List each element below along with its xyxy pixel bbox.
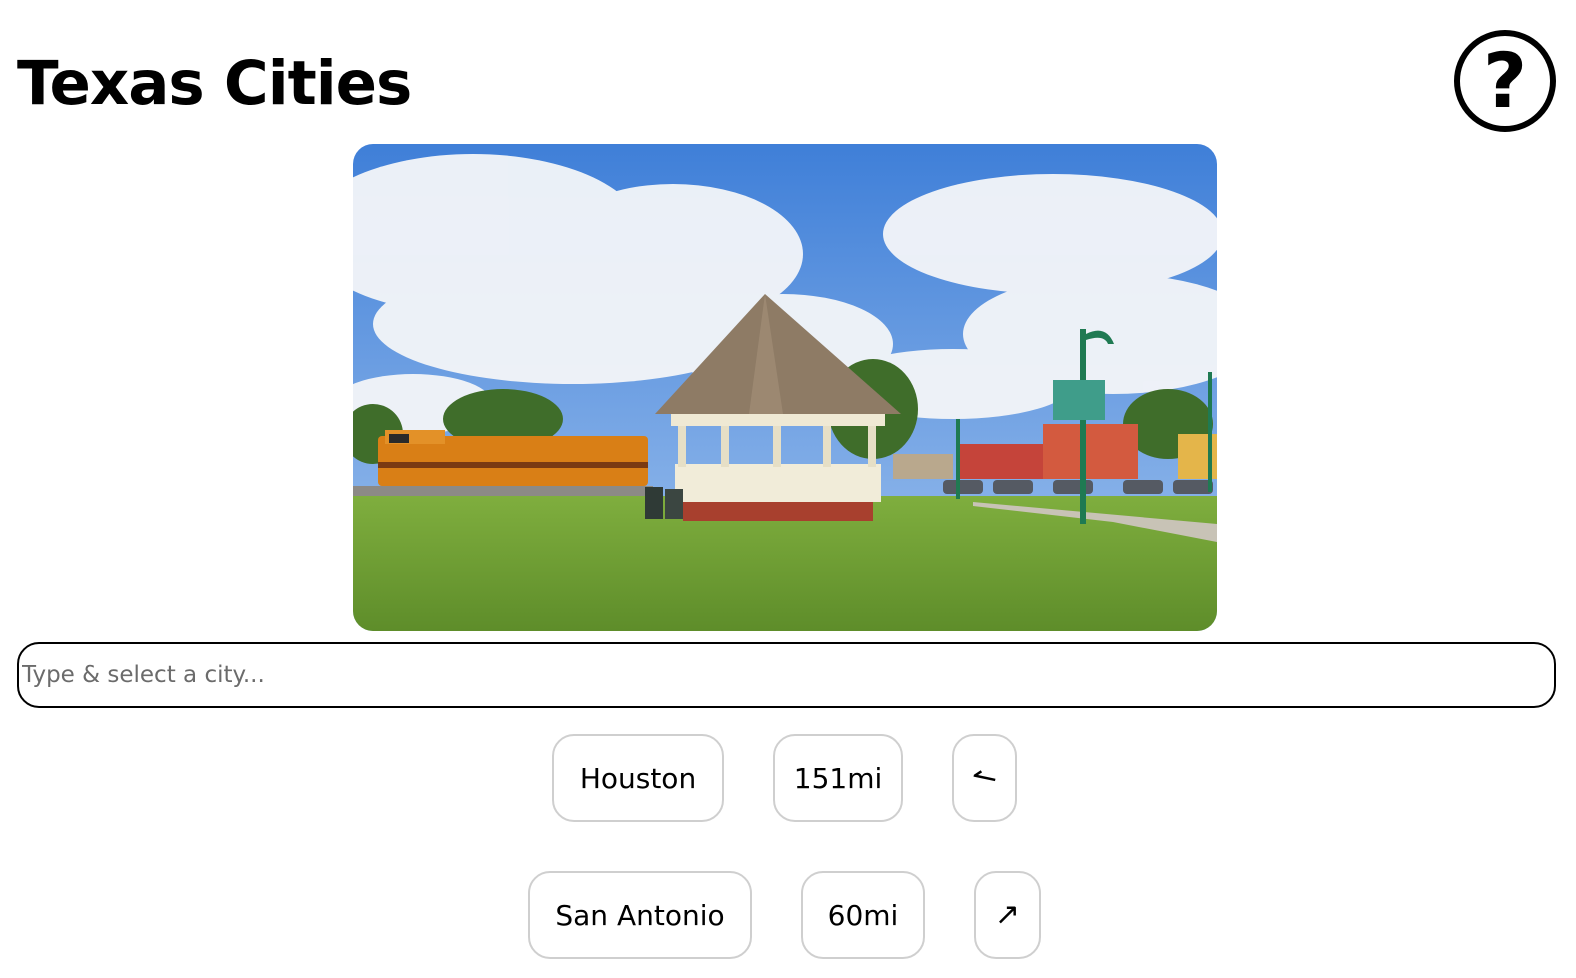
town-square-gazebo-photo <box>353 144 1217 631</box>
guess-city-chip: San Antonio <box>528 871 752 959</box>
arrow-up-right-icon: ↗ <box>994 897 1021 932</box>
guess-distance-chip: 151mi <box>773 734 903 822</box>
guess-direction-chip: ↗ <box>974 871 1041 959</box>
guess-distance-chip: 60mi <box>801 871 925 959</box>
city-search-input[interactable] <box>17 642 1556 708</box>
guess-direction-chip: ↼ <box>952 734 1017 822</box>
city-photo <box>353 144 1217 631</box>
help-circle-icon: ? <box>1482 36 1528 125</box>
arrow-left-icon: ↼ <box>968 757 1001 798</box>
page-title: Texas Cities <box>17 48 412 119</box>
game-page: Texas Cities ? Type & select a city... H… <box>0 0 1576 978</box>
guess-city-chip: Houston <box>552 734 724 822</box>
help-button[interactable]: ? <box>1454 30 1556 132</box>
